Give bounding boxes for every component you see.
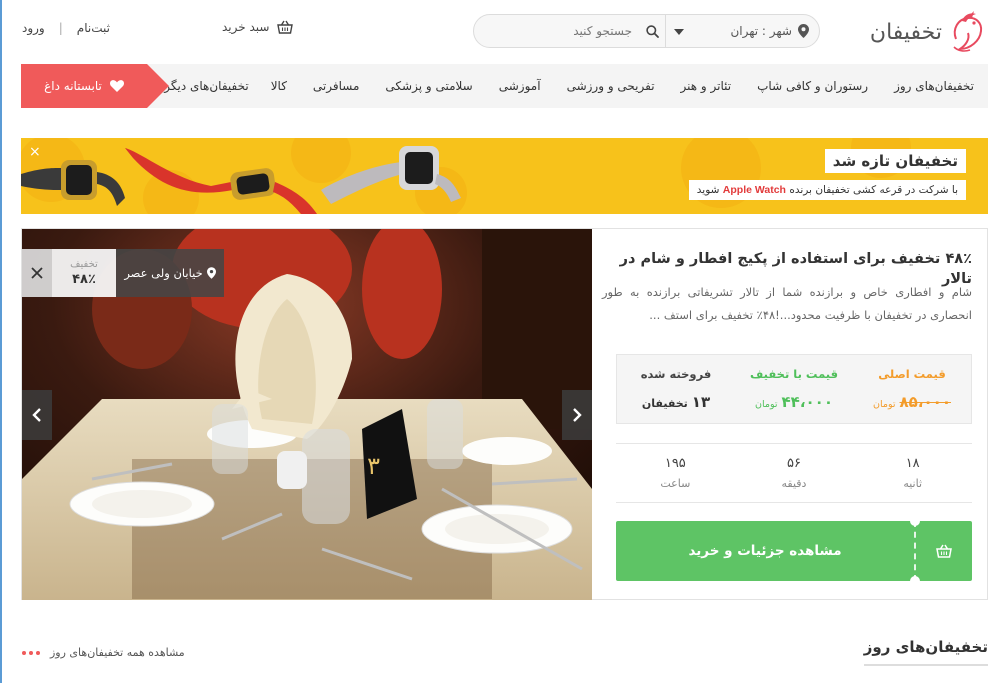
logo-text: تخفیفان (869, 19, 942, 45)
banner-close-icon[interactable]: × (29, 144, 41, 160)
countdown-timer: ۱۸ ثانیه ۵۶ دقیقه ۱۹۵ ساعت (616, 443, 972, 503)
nav-item-travel[interactable]: مسافرتی (301, 79, 374, 93)
ticket-notch (910, 576, 920, 586)
discount-price-value: ۴۴،۰۰۰ (781, 393, 833, 411)
timer-seconds-value: ۱۸ (905, 456, 920, 471)
basket-icon (277, 20, 294, 34)
sold-count: فروخته شده ۱۳ تخفیفان (617, 355, 735, 423)
heart-icon (109, 80, 124, 92)
ticket-notch (910, 516, 920, 526)
original-price-unit: تومان (873, 399, 896, 410)
buy-button-label: مشاهده جزئیات و خرید (688, 543, 842, 559)
banner-title: تخفیفان تازه شد (824, 149, 966, 173)
register-link[interactable]: ثبت‌نام (77, 21, 110, 35)
original-price-value: ۸۵،۰۰۰ (899, 393, 951, 411)
slider-next-button[interactable] (562, 390, 592, 440)
nav-item-recreation[interactable]: تفریحی و ورزشی (555, 79, 669, 93)
see-all-label: مشاهده همه تخفیفان‌های روز (50, 646, 185, 659)
search-icon (646, 24, 659, 38)
auth-links: ثبت‌نام | ورود (22, 21, 110, 35)
nav-item-education[interactable]: آموزشی (487, 79, 555, 93)
buy-icon-area (910, 516, 972, 586)
search-input[interactable] (474, 15, 640, 47)
location-badge: خیابان ولی عصر (116, 249, 224, 297)
section-title: تخفیفان‌های روز (863, 638, 988, 666)
city-select[interactable]: شهر : تهران (664, 15, 819, 47)
auth-separator: | (58, 21, 63, 35)
discount-price-unit: تومان (755, 399, 778, 410)
timer-hours-label: ساعت (660, 477, 691, 490)
nav-item-restaurant[interactable]: رستوران و کافی شاپ (745, 79, 882, 93)
cart-label: سبد خرید (222, 20, 270, 34)
chevron-left-icon (32, 408, 41, 422)
sold-count-label: فروخته شده (640, 367, 712, 381)
location-label: خیابان ولی عصر (124, 266, 203, 280)
fork-knife-icon (22, 249, 52, 297)
price-box: قیمت اصلی ۸۵،۰۰۰ تومان قیمت با تخفیف ۴۴،… (616, 354, 972, 424)
original-price: قیمت اصلی ۸۵،۰۰۰ تومان (853, 355, 971, 423)
banner-sub-suffix: شوید (696, 184, 720, 196)
nav-more-label: تخفیفان‌های دیگر (164, 79, 249, 93)
nav-item-daily-deals[interactable]: تخفیفان‌های روز (882, 79, 988, 93)
location-pin-icon (798, 24, 809, 38)
banner-subtitle: با شرکت در قرعه کشی تخفیفان برنده Apple … (688, 180, 966, 200)
promo-banner[interactable]: × تخفیفان تازه شد با شرکت در قرعه کشی تخ… (21, 138, 988, 214)
deal-badge: تخفیف ۴۸٪ خیابان ولی عصر (22, 249, 224, 297)
more-dots-icon (22, 650, 40, 655)
login-link[interactable]: ورود (22, 21, 45, 35)
deal-info: ۴۸٪ تخفیف برای استفاده از پکیج افطار و ش… (592, 229, 988, 600)
site-logo[interactable]: تخفیفان (870, 8, 986, 56)
banner-sub-prefix: با شرکت در قرعه کشی تخفیفان برنده (789, 184, 958, 196)
timer-hours-value: ۱۹۵ (664, 456, 686, 471)
city-label: شهر : تهران (730, 24, 792, 38)
cart-link[interactable]: سبد خرید (222, 20, 294, 34)
timer-seconds-label: ثانیه (903, 477, 923, 490)
chevron-down-icon (673, 29, 684, 35)
original-price-label: قیمت اصلی (878, 367, 946, 381)
timer-minutes-value: ۵۶ (787, 456, 801, 471)
discount-price: قیمت با تخفیف ۴۴،۰۰۰ تومان (735, 355, 853, 423)
search-bar: شهر : تهران (473, 14, 820, 48)
summer-deals-label: تابستانه داغ (44, 79, 102, 93)
timer-hours: ۱۹۵ ساعت (616, 444, 735, 502)
basket-icon (936, 544, 952, 558)
search-button[interactable] (640, 15, 665, 47)
window-edge (0, 0, 2, 683)
nav-item-goods[interactable]: کالا (259, 79, 301, 93)
discount-badge-value: ۴۸٪ (72, 272, 96, 287)
category-nav: تخفیفان‌های روز رستوران و کافی شاپ تئاتر… (21, 64, 988, 108)
deal-photo[interactable]: ٣ تخفیف ۴۸٪ خیابان ولی عصر (22, 229, 592, 600)
sold-count-unit: تخفیفان (641, 397, 688, 410)
slider-prev-button[interactable] (22, 390, 52, 440)
category-icon (31, 267, 43, 279)
site-header: تخفیفان شهر : تهران سبد خرید (0, 0, 1008, 64)
location-pin-icon (206, 267, 216, 279)
buy-button[interactable]: مشاهده جزئیات و خرید (616, 516, 972, 586)
summer-deals-button[interactable]: تابستانه داغ (21, 64, 147, 108)
nav-item-health[interactable]: سلامتی و پزشکی (373, 79, 486, 93)
discount-badge-label: تخفیف (70, 259, 98, 270)
svg-text:٣: ٣ (367, 452, 380, 480)
see-all-link[interactable]: مشاهده همه تخفیفان‌های روز (22, 646, 185, 659)
deal-description: شام و افطاری خاص و برازنده شما از تالار … (602, 285, 972, 322)
chevron-right-icon (573, 408, 582, 422)
summer-deals-arrow (147, 64, 169, 108)
sold-count-value: ۱۳ (691, 393, 711, 411)
timer-seconds: ۱۸ ثانیه (853, 444, 972, 502)
logo-bird-icon (953, 11, 983, 52)
featured-deal-card: ٣ تخفیف ۴۸٪ خیابان ولی عصر ۴۸٪ تخفیف برا… (21, 228, 988, 600)
discount-badge: تخفیف ۴۸٪ (52, 249, 116, 297)
banner-sub-brand: Apple Watch (722, 184, 786, 196)
timer-minutes: ۵۶ دقیقه (735, 444, 854, 502)
discount-price-label: قیمت با تخفیف (749, 367, 839, 381)
nav-item-theatre[interactable]: تئاتر و هنر (669, 79, 746, 93)
timer-minutes-label: دقیقه (781, 477, 807, 490)
